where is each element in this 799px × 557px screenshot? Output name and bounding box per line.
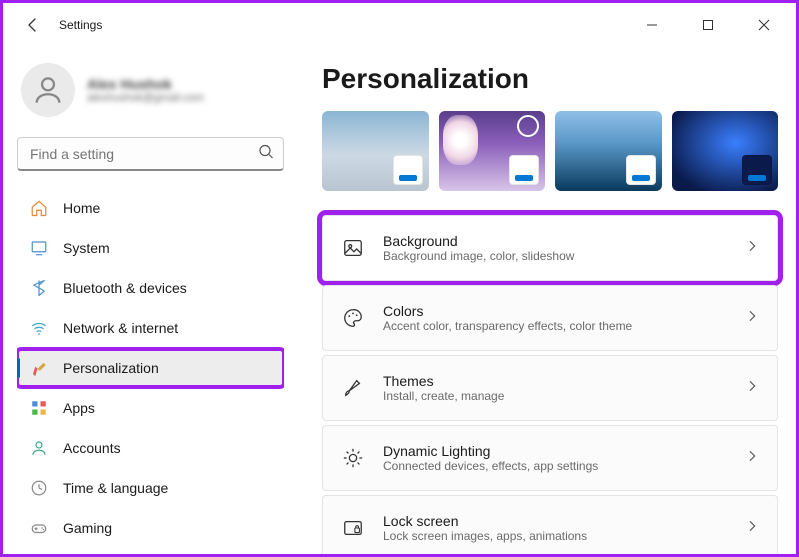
sidebar-item-home[interactable]: Home <box>17 189 284 227</box>
sidebar-item-gaming[interactable]: Gaming <box>17 509 284 547</box>
close-button[interactable] <box>744 9 784 41</box>
card-subtitle: Connected devices, effects, app settings <box>383 459 727 473</box>
sidebar-item-bluetooth[interactable]: Bluetooth & devices <box>17 269 284 307</box>
window-title: Settings <box>59 18 102 32</box>
image-icon <box>341 236 365 260</box>
theme-thumbnail[interactable] <box>672 111 779 191</box>
chevron-right-icon <box>745 309 759 328</box>
sidebar-item-label: Accounts <box>63 440 121 456</box>
search-icon <box>258 144 274 165</box>
settings-card-image[interactable]: BackgroundBackground image, color, slide… <box>322 215 778 281</box>
wifi-icon <box>29 318 49 338</box>
bluetooth-icon <box>29 278 49 298</box>
chevron-right-icon <box>745 379 759 398</box>
profile[interactable]: Alex Hushok alexhushok@gmail.com <box>17 63 284 117</box>
settings-card-brush[interactable]: ThemesInstall, create, manage <box>322 355 778 421</box>
system-icon <box>29 238 49 258</box>
profile-text: Alex Hushok alexhushok@gmail.com <box>87 76 204 104</box>
search-input[interactable] <box>17 137 284 171</box>
sidebar-item-label: Gaming <box>63 520 112 536</box>
settings-card-light[interactable]: Dynamic LightingConnected devices, effec… <box>322 425 778 491</box>
accounts-icon <box>29 438 49 458</box>
card-subtitle: Install, create, manage <box>383 389 727 403</box>
chevron-right-icon <box>745 239 759 258</box>
avatar <box>21 63 75 117</box>
theme-thumbnails <box>322 111 778 191</box>
theme-thumbnail[interactable] <box>439 111 546 191</box>
sidebar-item-label: Network & internet <box>63 320 178 336</box>
card-title: Dynamic Lighting <box>383 443 727 459</box>
sidebar-item-wifi[interactable]: Network & internet <box>17 309 284 347</box>
theme-thumbnail[interactable] <box>555 111 662 191</box>
card-subtitle: Lock screen images, apps, animations <box>383 529 727 543</box>
light-icon <box>341 446 365 470</box>
gaming-icon <box>29 518 49 538</box>
sidebar-item-label: Apps <box>63 400 95 416</box>
maximize-button[interactable] <box>688 9 728 41</box>
card-title: Colors <box>383 303 727 319</box>
palette-icon <box>341 306 365 330</box>
sidebar-item-label: Home <box>63 200 100 216</box>
page-title: Personalization <box>322 63 778 95</box>
apps-icon <box>29 398 49 418</box>
sidebar-item-label: System <box>63 240 110 256</box>
sidebar-item-time[interactable]: Time & language <box>17 469 284 507</box>
sidebar-item-accounts[interactable]: Accounts <box>17 429 284 467</box>
settings-card-palette[interactable]: ColorsAccent color, transparency effects… <box>322 285 778 351</box>
sidebar-item-apps[interactable]: Apps <box>17 389 284 427</box>
back-button[interactable] <box>17 9 49 41</box>
sidebar-item-label: Personalization <box>63 360 159 376</box>
sidebar-item-personalization[interactable]: Personalization <box>17 349 284 387</box>
card-title: Lock screen <box>383 513 727 529</box>
sidebar-item-system[interactable]: System <box>17 229 284 267</box>
chevron-right-icon <box>745 519 759 538</box>
card-subtitle: Accent color, transparency effects, colo… <box>383 319 727 333</box>
sidebar-item-label: Bluetooth & devices <box>63 280 187 296</box>
card-title: Background <box>383 233 727 249</box>
personalization-icon <box>29 358 49 378</box>
minimize-button[interactable] <box>632 9 672 41</box>
sidebar-item-label: Time & language <box>63 480 168 496</box>
time-icon <box>29 478 49 498</box>
card-title: Themes <box>383 373 727 389</box>
brush-icon <box>341 376 365 400</box>
search-box[interactable] <box>17 137 284 171</box>
settings-card-lock[interactable]: Lock screenLock screen images, apps, ani… <box>322 495 778 554</box>
card-subtitle: Background image, color, slideshow <box>383 249 727 263</box>
home-icon <box>29 198 49 218</box>
lock-icon <box>341 516 365 540</box>
theme-thumbnail[interactable] <box>322 111 429 191</box>
chevron-right-icon <box>745 449 759 468</box>
